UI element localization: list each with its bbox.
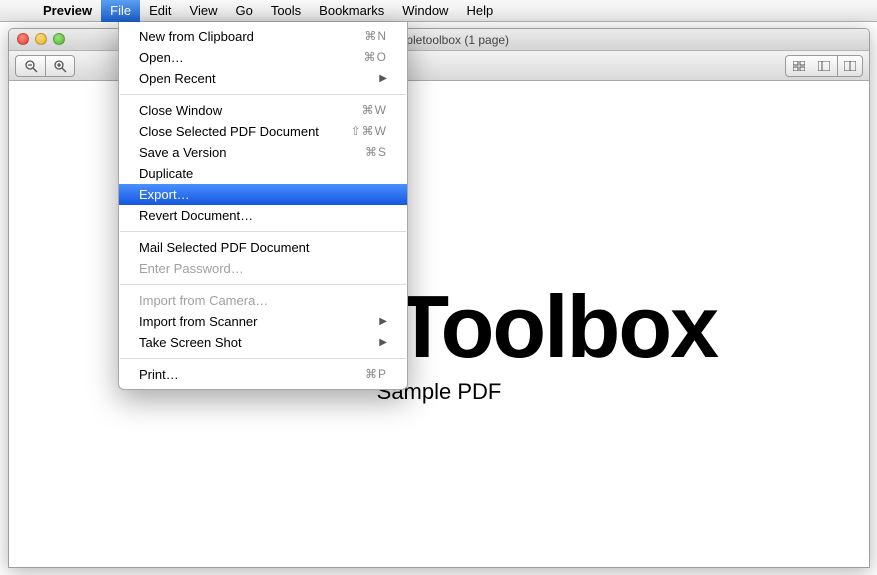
menubar-edit[interactable]: Edit [140,0,180,22]
system-menubar: Preview File Edit View Go Tools Bookmark… [0,0,877,22]
menu-item-label: Close Window [139,102,222,119]
menu-item-label: Close Selected PDF Document [139,123,319,140]
submenu-arrow-icon: ▶ [379,313,387,330]
minimize-button[interactable] [35,33,47,45]
menu-take-screen-shot[interactable]: Take Screen Shot ▶ [119,332,407,353]
sidebar-icon [818,61,830,71]
view-mode-3-button[interactable] [837,55,863,77]
menu-item-label: Open… [139,49,184,66]
traffic-lights [17,33,65,45]
menu-item-label: Mail Selected PDF Document [139,239,310,256]
zoom-out-icon [24,59,38,73]
menubar-help[interactable]: Help [457,0,502,22]
menu-item-shortcut: ⇧⌘W [351,123,387,140]
menu-print[interactable]: Print… ⌘P [119,364,407,385]
menu-separator [120,94,406,95]
file-menu-dropdown: New from Clipboard ⌘N Open… ⌘O Open Rece… [118,22,408,390]
window-title: appletoolbox (1 page) [393,33,509,47]
menu-save-version[interactable]: Save a Version ⌘S [119,142,407,163]
menu-export[interactable]: Export… [119,184,407,205]
menu-item-label: Enter Password… [139,260,244,277]
menubar-app-name[interactable]: Preview [34,0,101,22]
menu-item-label: Import from Camera… [139,292,268,309]
zoom-in-button[interactable] [45,55,75,77]
submenu-arrow-icon: ▶ [379,334,387,351]
menu-import-from-scanner[interactable]: Import from Scanner ▶ [119,311,407,332]
menu-close-window[interactable]: Close Window ⌘W [119,100,407,121]
menubar-window[interactable]: Window [393,0,457,22]
menu-item-label: Revert Document… [139,207,253,224]
menu-mail-selected-pdf[interactable]: Mail Selected PDF Document [119,237,407,258]
menu-enter-password: Enter Password… [119,258,407,279]
view-mode-2-button[interactable] [811,55,837,77]
menu-item-shortcut: ⌘S [365,144,387,161]
menu-item-shortcut: ⌘W [362,102,387,119]
view-mode-1-button[interactable] [785,55,811,77]
zoom-button[interactable] [53,33,65,45]
submenu-arrow-icon: ▶ [379,70,387,87]
menu-item-label: Import from Scanner [139,313,258,330]
menu-item-label: Duplicate [139,165,193,182]
menu-open-recent[interactable]: Open Recent ▶ [119,68,407,89]
menu-item-shortcut: ⌘O [364,49,387,66]
menu-duplicate[interactable]: Duplicate [119,163,407,184]
menubar-go[interactable]: Go [226,0,261,22]
menu-import-from-camera: Import from Camera… [119,290,407,311]
menu-item-label: Print… [139,366,179,383]
menu-item-shortcut: ⌘P [365,366,387,383]
menu-item-label: Save a Version [139,144,226,161]
menu-item-label: Open Recent [139,70,216,87]
menu-separator [120,284,406,285]
menu-item-label: Export… [139,186,190,203]
menu-separator [120,231,406,232]
menu-item-label: Take Screen Shot [139,334,242,351]
view-mode-group [785,55,863,77]
menu-item-shortcut: ⌘N [364,28,387,45]
thumbnails-icon [793,61,805,71]
zoom-group [15,55,75,77]
zoom-out-button[interactable] [15,55,45,77]
menubar-file[interactable]: File [101,0,140,22]
menu-close-selected-pdf[interactable]: Close Selected PDF Document ⇧⌘W [119,121,407,142]
menu-item-label: New from Clipboard [139,28,254,45]
content-only-icon [844,61,856,71]
menu-open[interactable]: Open… ⌘O [119,47,407,68]
menubar-view[interactable]: View [181,0,227,22]
menu-revert-document[interactable]: Revert Document… [119,205,407,226]
menu-separator [120,358,406,359]
close-button[interactable] [17,33,29,45]
menubar-bookmarks[interactable]: Bookmarks [310,0,393,22]
menubar-tools[interactable]: Tools [262,0,310,22]
zoom-in-icon [53,59,67,73]
menu-new-from-clipboard[interactable]: New from Clipboard ⌘N [119,26,407,47]
